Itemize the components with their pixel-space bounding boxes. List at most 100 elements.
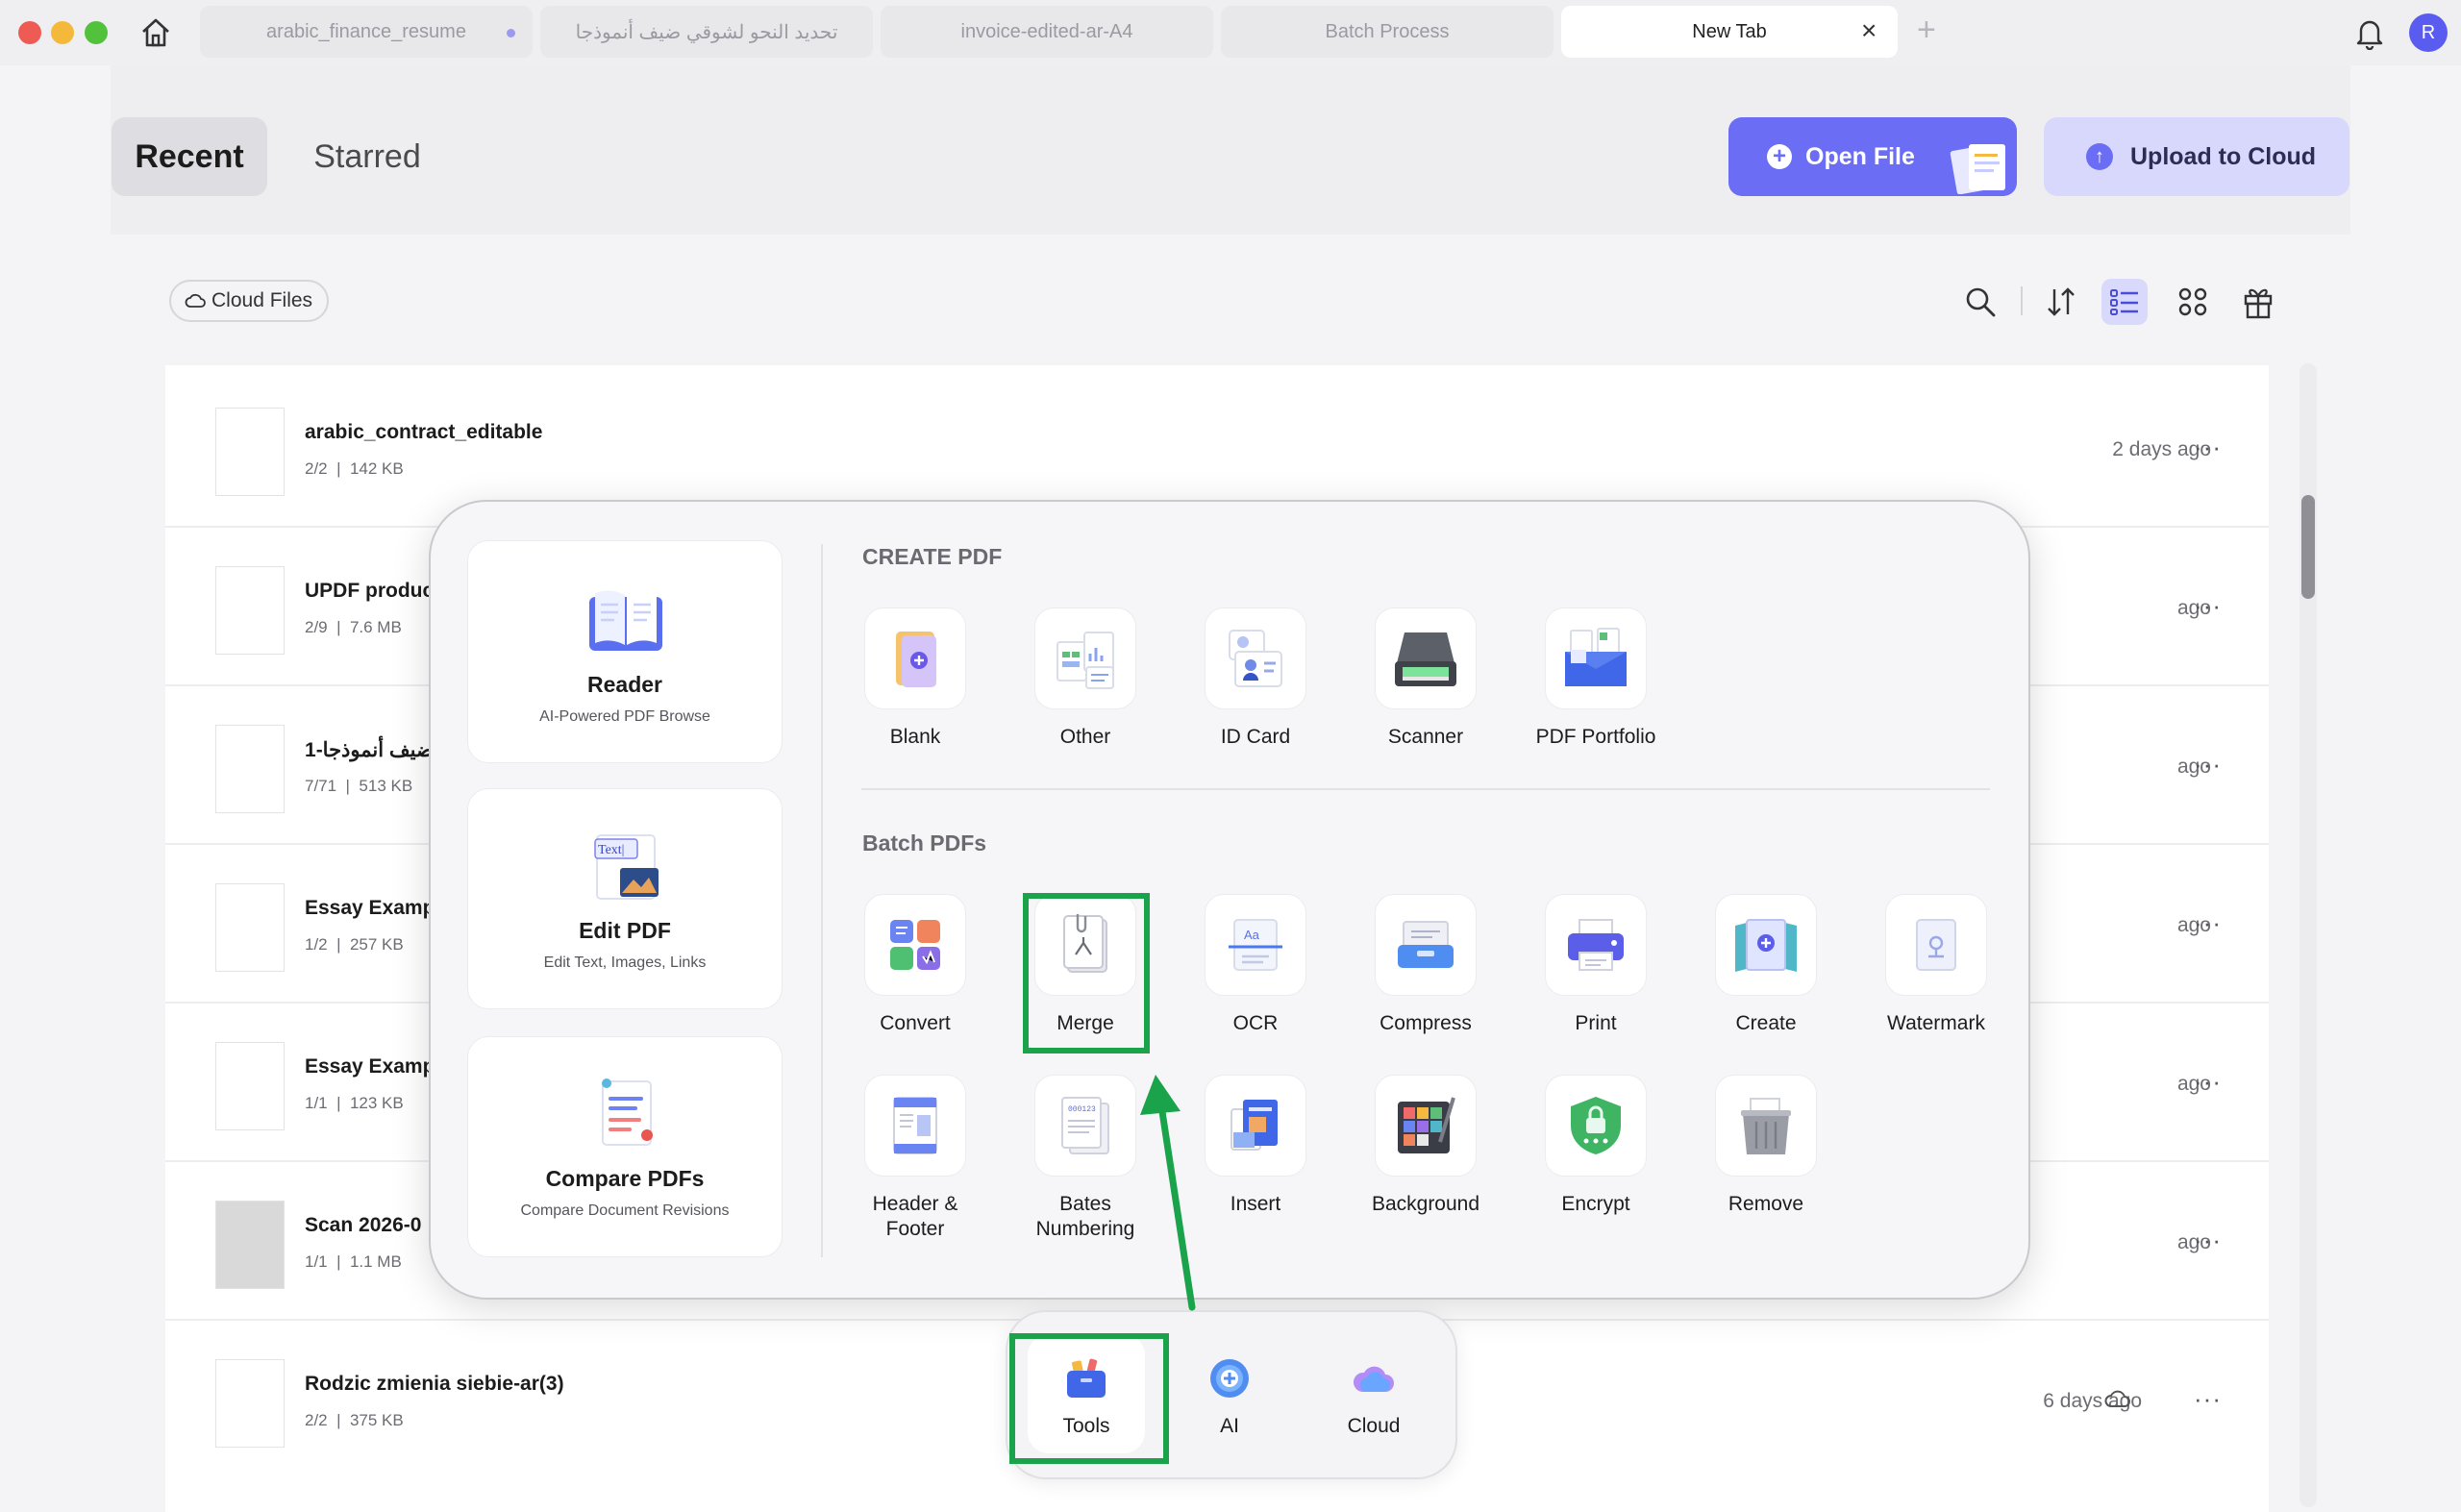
tile-label: Remove — [1728, 1193, 1804, 1215]
tab-label: New Tab — [1692, 20, 1767, 42]
maximize-window-button[interactable] — [85, 21, 108, 44]
file-size: 1.1 MB — [349, 1252, 402, 1271]
header-footer-tile[interactable]: Header & Footer — [831, 1075, 1000, 1242]
batch-pdfs-heading: Batch PDFs — [862, 830, 987, 855]
create-tile[interactable]: Create — [1681, 894, 1851, 1036]
encrypt-tile[interactable]: Encrypt — [1511, 1075, 1680, 1217]
tools-highlight — [1009, 1333, 1169, 1464]
compress-icon — [1398, 921, 1454, 968]
tab-batch-process[interactable]: Batch Process — [1221, 6, 1554, 58]
portfolio-icon — [1565, 628, 1627, 686]
ai-assistant-icon — [1210, 1359, 1249, 1398]
file-name: Essay Examp — [305, 897, 435, 919]
open-file-button[interactable]: + Open File — [1728, 117, 2017, 196]
background-tile[interactable]: Background — [1341, 1075, 1510, 1217]
more-options-icon[interactable]: ··· — [2194, 1226, 2222, 1255]
tile-label: Create — [1735, 1012, 1797, 1034]
sort-icon[interactable] — [2038, 279, 2084, 325]
tab-starred[interactable]: Starred — [288, 117, 446, 196]
bates-numbering-tile[interactable]: 000123 Bates Numbering — [1001, 1075, 1170, 1242]
tab-recent[interactable]: Recent — [112, 117, 267, 196]
avatar[interactable]: R — [2409, 13, 2448, 52]
compare-pdfs-card[interactable]: Compare PDFs Compare Document Revisions — [467, 1036, 783, 1257]
tile-label: Compress — [1380, 1012, 1472, 1034]
ocr-tile[interactable]: Aa OCR — [1171, 894, 1340, 1036]
grid-view-icon[interactable] — [2170, 279, 2216, 325]
ocr-icon: Aa — [1229, 919, 1282, 971]
header-footer-icon — [893, 1097, 937, 1154]
print-tile[interactable]: Print — [1511, 894, 1680, 1036]
file-pages: 1/1 — [305, 1094, 328, 1112]
printer-icon — [1568, 919, 1624, 971]
scanner-icon — [1395, 632, 1456, 686]
watermark-icon — [1916, 919, 1956, 971]
search-icon[interactable] — [1957, 279, 2003, 325]
file-size: 375 KB — [349, 1411, 404, 1429]
card-subtitle: AI-Powered PDF Browse — [539, 708, 710, 725]
more-options-icon[interactable]: ··· — [2194, 750, 2222, 780]
bell-icon[interactable] — [2353, 15, 2386, 50]
close-tab-icon[interactable]: × — [1861, 17, 1877, 44]
edit-pdf-card[interactable]: Text| Edit PDF Edit Text, Images, Links — [467, 788, 783, 1009]
file-name: Scan 2026-0 — [305, 1214, 422, 1236]
compress-tile[interactable]: Compress — [1341, 894, 1510, 1036]
dock-ai[interactable]: AI — [1171, 1334, 1288, 1453]
remove-tile[interactable]: Remove — [1681, 1075, 1851, 1217]
scrollbar-thumb[interactable] — [2301, 495, 2315, 599]
tab-arabic-doc[interactable]: تحديد النحو لشوقي ضيف أنموذجا — [540, 6, 873, 58]
more-options-icon[interactable]: ··· — [2194, 908, 2222, 938]
file-meta: 2/2 | 375 KB — [305, 1411, 404, 1429]
file-thumbnail — [215, 883, 285, 972]
upload-to-cloud-button[interactable]: ↑ Upload to Cloud — [2044, 117, 2349, 196]
merge-highlight — [1023, 893, 1150, 1053]
tile-label: Bates Numbering — [1035, 1193, 1135, 1240]
plus-icon: + — [1767, 144, 1792, 169]
file-pages: 1/1 — [305, 1252, 328, 1271]
cloud-files-button[interactable]: Cloud Files — [169, 280, 329, 322]
minimize-window-button[interactable] — [51, 21, 74, 44]
card-title: Compare PDFs — [545, 1166, 705, 1191]
cloud-icon — [1353, 1366, 1394, 1392]
watermark-tile[interactable]: Watermark — [1852, 894, 2021, 1036]
cloud-synced-icon — [2104, 1390, 2130, 1407]
more-options-icon[interactable]: ··· — [2194, 591, 2222, 621]
more-options-icon[interactable]: ··· — [2194, 1384, 2222, 1414]
other-tile[interactable]: Other — [1001, 607, 1170, 750]
tab-label: Batch Process — [1325, 20, 1450, 42]
card-subtitle: Edit Text, Images, Links — [543, 954, 707, 971]
convert-icon — [890, 920, 940, 970]
blank-tile[interactable]: Blank — [831, 607, 1000, 750]
tab-invoice[interactable]: invoice-edited-ar-A4 — [881, 6, 1213, 58]
cloud-files-label: Cloud Files — [211, 289, 313, 311]
gift-icon[interactable] — [2235, 279, 2281, 325]
card-subtitle: Compare Document Revisions — [520, 1202, 730, 1219]
create-document-icon — [1735, 919, 1797, 972]
book-icon — [589, 590, 662, 651]
file-name: UPDF produc — [305, 580, 435, 602]
file-pages: 1/2 — [305, 935, 328, 954]
svg-text:Aa: Aa — [1244, 928, 1260, 942]
more-options-icon[interactable]: ··· — [2194, 433, 2222, 462]
card-title: Edit PDF — [579, 918, 671, 943]
scanner-tile[interactable]: Scanner — [1341, 607, 1510, 750]
dock-cloud[interactable]: Cloud — [1315, 1334, 1432, 1453]
more-options-icon[interactable]: ··· — [2194, 1067, 2222, 1097]
id-card-tile[interactable]: ID Card — [1171, 607, 1340, 750]
close-window-button[interactable] — [18, 21, 41, 44]
reader-card[interactable]: Reader AI-Powered PDF Browse — [467, 540, 783, 763]
file-size: 257 KB — [349, 935, 404, 954]
insert-page-icon — [1230, 1100, 1278, 1151]
tab-new-tab[interactable]: New Tab — [1561, 6, 1898, 58]
home-icon[interactable] — [138, 15, 173, 50]
new-tab-plus-icon[interactable]: + — [1917, 13, 1936, 46]
file-thumbnail — [215, 566, 285, 655]
edit-text-icon: Text| — [594, 834, 659, 900]
tab-arabic-finance-resume[interactable]: arabic_finance_resume — [200, 6, 533, 58]
insert-tile[interactable]: Insert — [1171, 1075, 1340, 1217]
file-meta: 1/1 | 123 KB — [305, 1094, 404, 1112]
convert-tile[interactable]: Convert — [831, 894, 1000, 1036]
toolbar-divider — [2021, 286, 2023, 315]
pdf-portfolio-tile[interactable]: PDF Portfolio — [1511, 607, 1680, 750]
list-view-icon[interactable] — [2101, 279, 2148, 325]
create-pdf-heading: CREATE PDF — [862, 544, 1003, 569]
